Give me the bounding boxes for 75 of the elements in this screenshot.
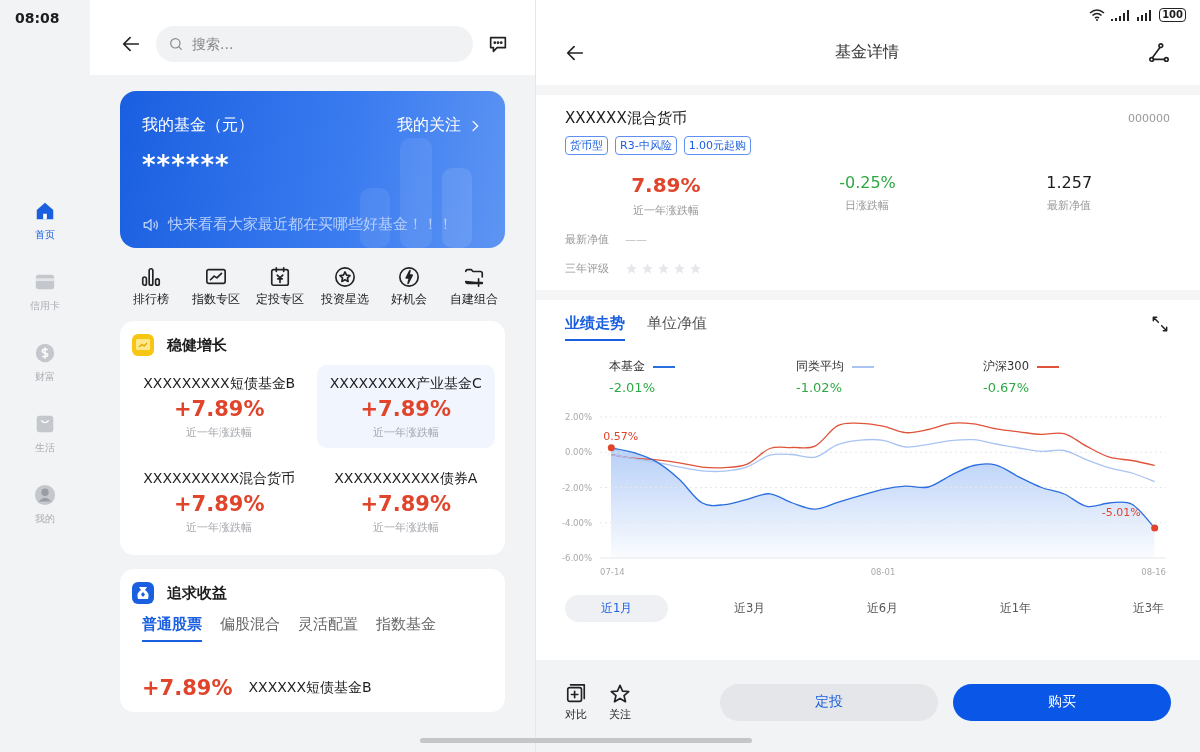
action-item[interactable]: 关注 <box>609 682 631 722</box>
action-item[interactable]: 对比 <box>565 682 587 722</box>
legend-value: -2.01% <box>609 380 656 395</box>
search-field[interactable]: 搜索... <box>156 25 473 62</box>
axis-label: -4.00% <box>561 517 592 528</box>
fund-tag: 货币型 <box>565 136 608 155</box>
fund-caption: 近一年涨跌幅 <box>372 520 439 535</box>
watchlist-link[interactable]: 我的关注 <box>397 115 483 136</box>
period-tab[interactable]: 近3年 <box>1096 595 1170 622</box>
plan-button[interactable]: 定投 <box>720 683 938 721</box>
fund-caption: 近一年涨跌幅 <box>186 520 253 535</box>
fund-tag: 1.00元起购 <box>683 136 752 155</box>
legend-value: -1.02% <box>796 380 843 395</box>
shortcut-item[interactable]: 投资星选 <box>313 266 376 307</box>
stat-value: -0.25% <box>839 173 896 192</box>
stat-value: 1.257 <box>1046 173 1093 192</box>
fund-change: +7.89% <box>360 397 451 421</box>
value-label: 0.57% <box>603 429 639 443</box>
axis-label: 08-16 <box>1141 567 1166 577</box>
chart-tab[interactable]: 单位净值 <box>647 314 707 341</box>
section-title: 稳健增长 <box>167 335 227 355</box>
axis-label: 2.00% <box>565 412 592 422</box>
axis-label: 07-14 <box>600 567 625 577</box>
fund-name: XXXXXXXXX短债基金B <box>143 375 296 393</box>
value-label: -5.01% <box>1101 506 1141 520</box>
fund-change: +7.89% <box>174 397 265 421</box>
fund-name: XXXXXXXXX产业基金C <box>329 375 482 393</box>
fund-code: 000000 <box>1128 112 1170 125</box>
fund-tag: R3-中风险 <box>615 136 677 155</box>
banner-title: 我的基金（元） <box>142 115 254 136</box>
chart-tab[interactable]: 业绩走势 <box>565 314 625 341</box>
fund-change: +7.89% <box>142 676 233 700</box>
axis-label: 08-01 <box>870 567 896 577</box>
fund-name: XXXXXXXXXXX债券A <box>334 470 478 488</box>
hidden-amount: ****** <box>142 150 231 180</box>
shortcut-item[interactable]: 好机会 <box>378 266 441 307</box>
stat-label: 日涨跌幅 <box>845 198 890 213</box>
stat-label: 近一年涨跌幅 <box>632 203 699 218</box>
axis-label: -6.00% <box>561 553 592 563</box>
legend-value: -0.67% <box>983 380 1030 395</box>
legend-label: 同类平均 <box>796 359 844 374</box>
shortcut-item[interactable]: 指数专区 <box>184 266 247 307</box>
stat-value: 7.89% <box>631 173 701 197</box>
period-tab[interactable]: 近3月 <box>697 595 802 622</box>
period-tab[interactable]: 近6月 <box>830 595 935 622</box>
category-tab[interactable]: 灵活配置 <box>298 615 358 642</box>
stat-label: 最新净值 <box>1047 198 1092 213</box>
shortcut-item[interactable]: 自建组合 <box>442 266 505 307</box>
page-title: 基金详情 <box>835 42 899 63</box>
axis-label: -2.00% <box>561 482 592 493</box>
fund-title: XXXXXX混合货币 <box>565 109 687 128</box>
fund-caption: 近一年涨跌幅 <box>186 425 253 440</box>
rating-label: 三年评级 <box>565 261 609 276</box>
notice-text: 快来看看大家最近都在买哪些好基金！！！ <box>168 215 453 234</box>
axis-label: 0.00% <box>565 447 592 458</box>
buy-button[interactable]: 购买 <box>953 683 1171 721</box>
period-tab[interactable]: 近1月 <box>565 595 669 622</box>
nav-item[interactable]: 首页 <box>34 200 56 242</box>
fund-change: +7.89% <box>360 492 451 516</box>
category-tab[interactable]: 普通股票 <box>142 615 202 642</box>
info-value: —— <box>625 233 647 246</box>
battery-level: 100 <box>1159 8 1186 22</box>
fund-name: XXXXXX短债基金B <box>248 679 372 697</box>
category-tab[interactable]: 偏股混合 <box>220 615 280 642</box>
info-label: 最新净值 <box>565 232 609 247</box>
fund-change: +7.89% <box>174 492 265 516</box>
category-tab[interactable]: 指数基金 <box>376 615 436 642</box>
period-tab[interactable]: 近1年 <box>963 595 1068 622</box>
fund-name: XXXXXXXXXX混合货币 <box>143 470 296 488</box>
shortcut-item[interactable]: 排行榜 <box>120 266 182 307</box>
section-title: 追求收益 <box>167 583 227 603</box>
legend-label: 本基金 <box>609 359 645 374</box>
shortcut-item[interactable]: 定投专区 <box>249 266 312 307</box>
status-time: 08:08 <box>15 10 60 26</box>
legend-label: 沪深300 <box>983 359 1029 374</box>
